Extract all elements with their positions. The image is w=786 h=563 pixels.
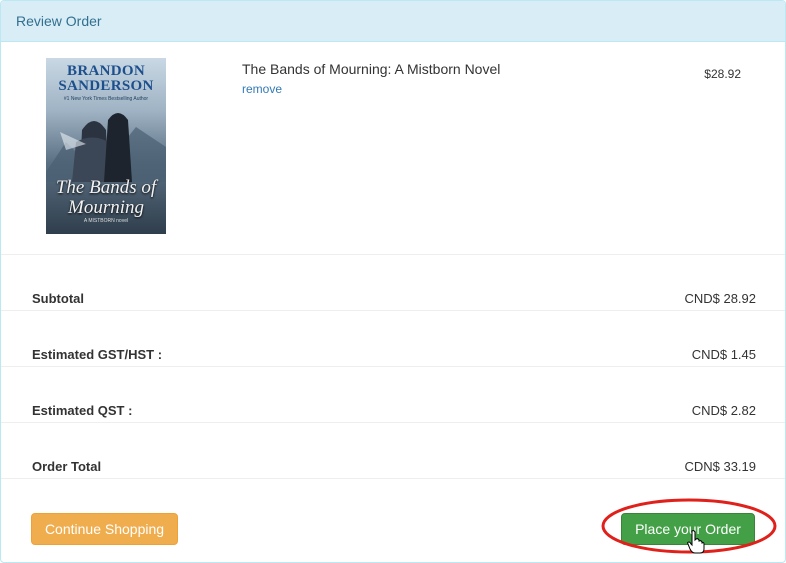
cart-item-row: BRANDON SANDERSON #1 New York Times Best…: [1, 42, 785, 255]
order-total-label: Order Total: [32, 459, 102, 474]
qst-row: Estimated QST : CND$ 2.82: [1, 367, 785, 423]
review-order-panel: Review Order BRANDON SANDERSON #1 New Yo…: [0, 0, 786, 563]
book-cover-image[interactable]: BRANDON SANDERSON #1 New York Times Best…: [46, 58, 166, 234]
cover-author-line1: BRANDON: [67, 63, 145, 79]
item-price: $28.92: [704, 67, 741, 81]
panel-heading: Review Order: [1, 1, 785, 42]
cover-title-line2: Mourning: [68, 197, 144, 218]
order-total-row: Order Total CDN$ 33.19: [1, 423, 785, 479]
qst-value: CND$ 2.82: [691, 403, 756, 418]
gst-hst-row: Estimated GST/HST : CND$ 1.45: [1, 311, 785, 367]
subtotal-value: CND$ 28.92: [684, 291, 756, 306]
remove-item-link[interactable]: remove: [242, 82, 282, 96]
cover-title: The Bands of Mourning: [46, 178, 166, 218]
subtotal-label: Subtotal: [32, 291, 84, 306]
continue-shopping-button[interactable]: Continue Shopping: [31, 513, 178, 545]
gst-hst-value: CND$ 1.45: [691, 347, 756, 362]
cover-subtag: A MISTBORN novel: [83, 218, 129, 224]
item-title: The Bands of Mourning: A Mistborn Novel: [242, 61, 501, 77]
place-order-button[interactable]: Place your Order: [621, 513, 755, 545]
cover-author-line2: SANDERSON: [58, 78, 154, 94]
cover-figures-illustration: [46, 113, 166, 182]
gst-hst-label: Estimated GST/HST :: [32, 347, 163, 362]
cover-title-line1: The Bands of: [55, 177, 157, 198]
cover-author: BRANDON SANDERSON: [46, 64, 166, 94]
qst-label: Estimated QST :: [32, 403, 133, 418]
subtotal-row: Subtotal CND$ 28.92: [1, 255, 785, 311]
order-total-value: CDN$ 33.19: [684, 459, 756, 474]
